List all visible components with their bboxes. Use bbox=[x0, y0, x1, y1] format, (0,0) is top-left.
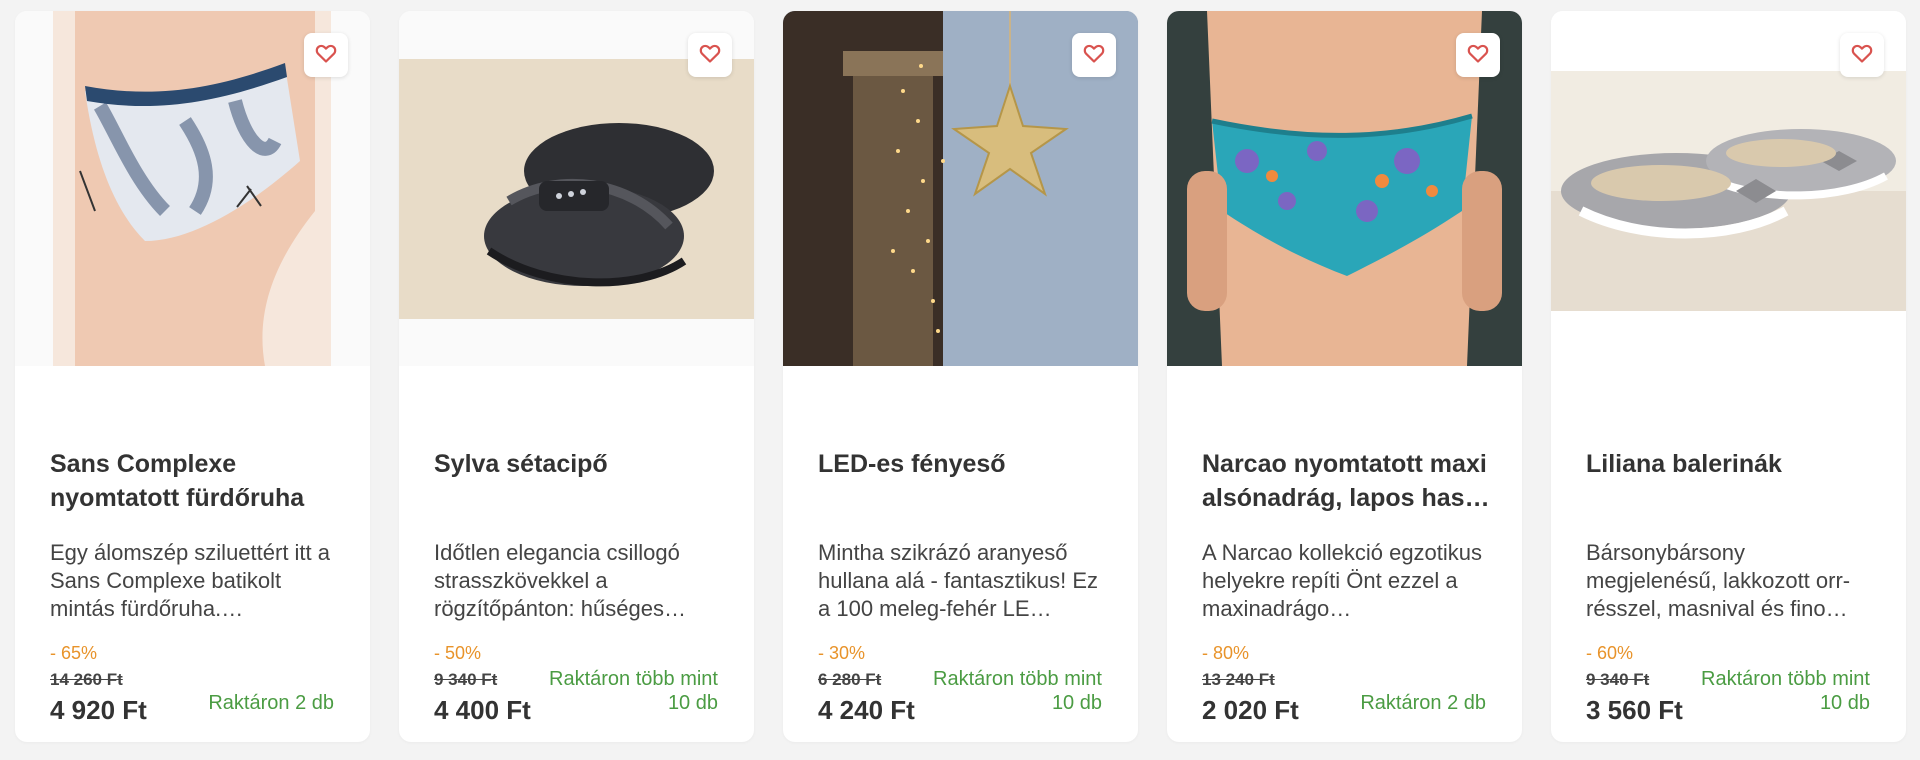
stock-status: Raktáron 2 db bbox=[208, 692, 334, 714]
product-title[interactable]: LED-es fényeső bbox=[818, 447, 1108, 481]
price: 4 240 Ft bbox=[818, 695, 915, 725]
product-description: Időtlen elegancia csillogó strasszkövekk… bbox=[434, 540, 686, 621]
discount-badge: - 65% bbox=[50, 643, 98, 663]
old-price: 6 280 Ft bbox=[818, 670, 882, 689]
product-card[interactable]: Sans Complexe nyomtatott fürdőruha Egy á… bbox=[15, 11, 370, 742]
product-description: A Narcao kollekció egzotikus helyekre re… bbox=[1202, 540, 1483, 621]
stock-status: Raktáron több mint 10 db bbox=[549, 668, 718, 714]
product-card[interactable]: Liliana balerinák Bársonybársony megjele… bbox=[1551, 11, 1906, 742]
product-title[interactable]: Liliana balerinák bbox=[1586, 447, 1876, 481]
old-price: 9 340 Ft bbox=[1586, 670, 1650, 689]
price: 2 020 Ft bbox=[1202, 695, 1299, 725]
discount-badge: - 50% bbox=[434, 643, 482, 663]
discount-badge: - 60% bbox=[1586, 643, 1634, 663]
old-price: 14 260 Ft bbox=[50, 670, 123, 689]
heart-outline-icon bbox=[1850, 41, 1874, 70]
stock-status: Raktáron 2 db bbox=[1360, 692, 1486, 714]
product-title[interactable]: Sans Complexe nyomtatott fürdőruha bbox=[50, 447, 340, 515]
product-description: Bársonybársony megjelenésű, lakkozott or… bbox=[1586, 540, 1851, 621]
product-title[interactable]: Sylva sétacipő bbox=[434, 447, 724, 481]
stock-status: Raktáron több mint 10 db bbox=[933, 668, 1102, 714]
heart-outline-icon bbox=[698, 41, 722, 70]
product-carousel: Sans Complexe nyomtatott fürdőruha Egy á… bbox=[0, 0, 1920, 760]
product-card[interactable]: Sylva sétacipő Időtlen elegancia csillog… bbox=[399, 11, 754, 742]
product-description: Mintha szikrázó aranyeső hullana alá - f… bbox=[818, 540, 1099, 621]
old-price: 13 240 Ft bbox=[1202, 670, 1275, 689]
price: 3 560 Ft bbox=[1586, 695, 1683, 725]
stock-status: Raktáron több mint 10 db bbox=[1701, 668, 1870, 714]
favorite-button[interactable] bbox=[1456, 33, 1500, 77]
favorite-button[interactable] bbox=[304, 33, 348, 77]
favorite-button[interactable] bbox=[688, 33, 732, 77]
product-card[interactable]: Narcao nyomtatott maxi alsónadrág, lapos… bbox=[1167, 11, 1522, 742]
product-card[interactable]: LED-es fényeső Mintha szikrázó aranyeső … bbox=[783, 11, 1138, 742]
product-title[interactable]: Narcao nyomtatott maxi alsónadrág, lapos… bbox=[1202, 447, 1492, 515]
favorite-button[interactable] bbox=[1072, 33, 1116, 77]
heart-outline-icon bbox=[314, 41, 338, 70]
old-price: 9 340 Ft bbox=[434, 670, 498, 689]
price: 4 400 Ft bbox=[434, 695, 531, 725]
price: 4 920 Ft bbox=[50, 695, 147, 725]
product-description: Egy álomszép sziluettért itt a Sans Comp… bbox=[50, 540, 331, 621]
discount-badge: - 80% bbox=[1202, 643, 1250, 663]
discount-badge: - 30% bbox=[818, 643, 866, 663]
favorite-button[interactable] bbox=[1840, 33, 1884, 77]
heart-outline-icon bbox=[1082, 41, 1106, 70]
heart-outline-icon bbox=[1466, 41, 1490, 70]
